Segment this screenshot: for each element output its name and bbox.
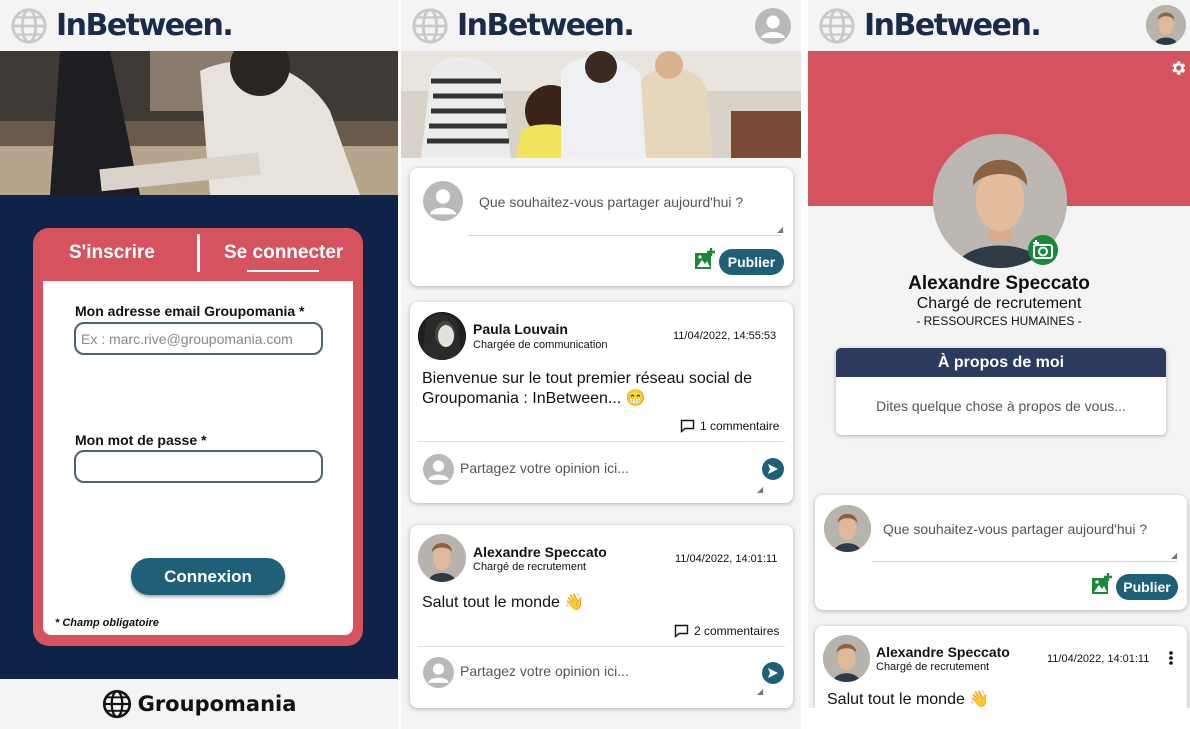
post-card: Alexandre Speccato Chargé de recrutement… — [410, 525, 793, 708]
app-logo-text: InBetween. — [56, 8, 234, 43]
send-icon — [768, 464, 778, 474]
comment-input[interactable]: Partagez votre opinion ici... — [460, 663, 629, 679]
post-composer: Que souhaitez-vous partager aujourd'hui … — [815, 495, 1187, 610]
composer-avatar — [423, 181, 463, 221]
change-photo-camera-icon[interactable] — [1027, 234, 1059, 266]
author-avatar[interactable] — [418, 534, 466, 582]
resize-handle-icon[interactable]: ◢ — [757, 687, 763, 696]
auth-card: S'inscrire Se connecter Mon adresse emai… — [33, 228, 363, 646]
publish-button[interactable]: Publier — [1116, 574, 1178, 600]
send-comment-button[interactable] — [762, 458, 784, 480]
globe-logo-icon — [11, 7, 47, 44]
divider — [418, 646, 785, 647]
globe-logo-icon — [412, 7, 448, 44]
tab-divider — [197, 234, 200, 272]
about-input[interactable]: Dites quelque chose à propos de vous... — [836, 398, 1166, 414]
viewport-bottom-edge — [808, 708, 1190, 729]
comments-toggle[interactable]: 2 commentaires — [674, 624, 779, 638]
globe-footer-icon — [102, 689, 131, 719]
globe-logo-icon — [819, 7, 855, 44]
user-placeholder-icon — [428, 460, 449, 480]
user-placeholder-icon — [429, 189, 457, 215]
post-role: Chargée de communication — [473, 339, 608, 351]
post-author[interactable]: Paula Louvain — [473, 321, 568, 337]
comment-avatar — [423, 657, 454, 688]
app-header: InBetween. — [808, 0, 1190, 51]
app-logo-text: InBetween. — [457, 8, 635, 43]
profile-screen: InBetween. Alexandre Speccato Chargé de … — [808, 0, 1190, 729]
post-date: 11/04/2022, 14:01:11 — [1047, 653, 1150, 665]
password-field[interactable] — [74, 450, 323, 483]
post-date: 11/04/2022, 14:01:11 — [675, 553, 778, 565]
comment-count: 2 commentaires — [694, 624, 780, 638]
required-note: * Champ obligatoire — [55, 617, 159, 629]
footer-bar: Groupomania — [0, 679, 398, 729]
feed-screen: InBetween. Que souhaitez-vous partager a… — [401, 0, 801, 729]
post-role: Chargé de recrutement — [876, 661, 990, 673]
image-add-icon[interactable] — [1091, 573, 1113, 595]
composer-input[interactable]: Que souhaitez-vous partager aujourd'hui … — [883, 521, 1147, 537]
user-avatar-button[interactable] — [755, 8, 791, 44]
comment-avatar — [423, 454, 454, 485]
post-role: Chargé de recrutement — [473, 561, 587, 573]
team-photo — [401, 51, 801, 158]
user-avatar-button[interactable] — [1146, 5, 1186, 45]
more-options-icon[interactable] — [1168, 650, 1174, 666]
tab-signup[interactable]: S'inscrire — [69, 242, 155, 264]
email-label: Mon adresse email Groupomania * — [75, 303, 305, 319]
post-date: 11/04/2022, 14:55:53 — [673, 330, 777, 342]
auth-tabs: S'inscrire Se connecter — [33, 228, 363, 280]
user-placeholder-icon — [428, 663, 449, 683]
password-label: Mon mot de passe * — [75, 432, 207, 448]
post-body: Salut tout le monde 👋 — [422, 594, 585, 611]
resize-handle-icon[interactable]: ◢ — [777, 225, 783, 234]
composer-avatar — [824, 505, 871, 552]
comment-icon — [674, 624, 689, 638]
app-header: InBetween. — [0, 0, 398, 51]
send-comment-button[interactable] — [762, 662, 784, 684]
about-card: À propos de moi Dites quelque chose à pr… — [836, 348, 1166, 435]
post-body: Bienvenue sur le tout premier réseau soc… — [422, 370, 752, 407]
composer-underline — [872, 561, 1177, 562]
post-author[interactable]: Alexandre Speccato — [876, 644, 1010, 660]
login-button[interactable]: Connexion — [131, 558, 285, 595]
author-avatar[interactable] — [418, 312, 466, 360]
user-placeholder-icon — [761, 15, 785, 38]
comments-toggle[interactable]: 1 commentaire — [680, 419, 779, 433]
active-tab-indicator — [247, 270, 319, 272]
post-body: Salut tout le monde 👋 — [827, 691, 990, 708]
comment-count: 1 commentaire — [700, 419, 780, 433]
office-photo — [0, 51, 398, 195]
profile-role: Chargé de recrutement — [916, 295, 1082, 312]
profile-department: - RESSOURCES HUMAINES - — [916, 314, 1082, 328]
composer-input[interactable]: Que souhaitez-vous partager aujourd'hui … — [479, 194, 743, 210]
post-composer: Que souhaitez-vous partager aujourd'hui … — [410, 168, 793, 286]
profile-name: Alexandre Speccato — [908, 273, 1090, 294]
send-icon — [768, 668, 778, 678]
comment-input[interactable]: Partagez votre opinion ici... — [460, 460, 629, 476]
app-logo-text: InBetween. — [864, 8, 1042, 43]
app-header: InBetween. — [401, 0, 801, 51]
email-field[interactable] — [74, 322, 323, 355]
post-author[interactable]: Alexandre Speccato — [473, 544, 607, 560]
resize-handle-icon[interactable]: ◢ — [757, 485, 763, 494]
login-form: Mon adresse email Groupomania * Mon mot … — [43, 281, 353, 635]
comment-icon — [680, 419, 695, 433]
composer-underline — [468, 235, 782, 236]
login-screen: InBetween. S'inscrire Se connecter Mon a… — [0, 0, 398, 729]
about-title: À propos de moi — [836, 348, 1166, 377]
settings-gear-icon[interactable] — [1169, 59, 1187, 77]
tab-login[interactable]: Se connecter — [224, 242, 343, 264]
company-name: Groupomania — [137, 692, 297, 716]
post-card: Paula Louvain Chargée de communication 1… — [410, 302, 793, 503]
divider — [418, 441, 785, 442]
resize-handle-icon[interactable]: ◢ — [1171, 551, 1177, 560]
publish-button[interactable]: Publier — [719, 249, 784, 275]
author-avatar[interactable] — [823, 635, 870, 682]
image-add-icon[interactable] — [694, 248, 716, 270]
